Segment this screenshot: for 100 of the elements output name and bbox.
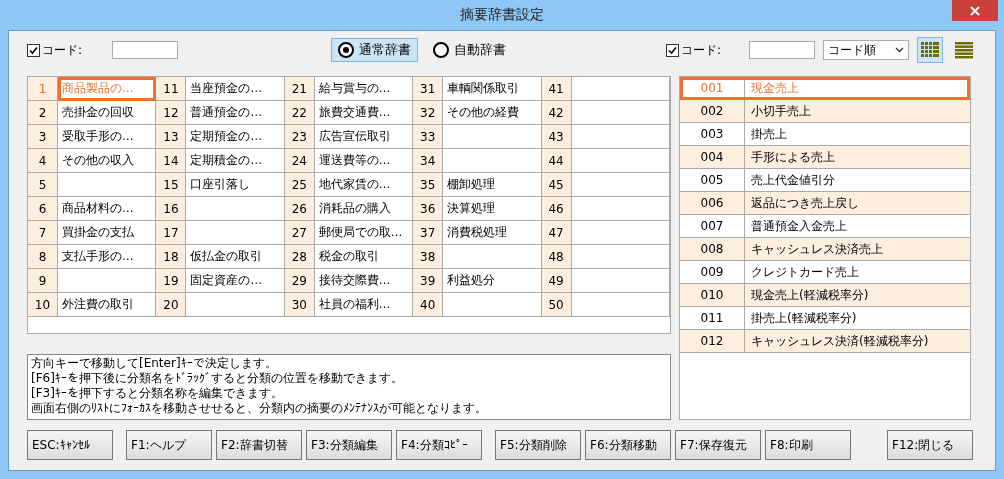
code-label: コード: [680, 41, 721, 59]
category-cell[interactable] [571, 101, 671, 125]
category-cell[interactable] [443, 245, 542, 269]
category-number: 30 [284, 293, 315, 317]
category-number: 24 [284, 149, 315, 173]
function-key-button[interactable]: F3:分類編集 [306, 430, 392, 460]
category-number: 18 [156, 245, 187, 269]
entry-row[interactable]: 012 キャッシュレス決済(軽減税率分) [680, 330, 970, 353]
category-cell[interactable]: その他の経費 [443, 101, 542, 125]
category-number: 44 [541, 149, 572, 173]
category-number: 38 [413, 245, 444, 269]
category-number: 49 [541, 269, 572, 293]
category-cell[interactable] [443, 149, 542, 173]
sort-dropdown[interactable]: コード順 [823, 40, 909, 60]
category-cell[interactable]: 消費税処理 [443, 221, 542, 245]
category-cell[interactable]: 口座引落し [186, 173, 285, 197]
help-text: 方向キーで移動して[Enter]ｷｰで決定します。 [F6]ｷｰを押下後に分類名をﾄﾞﾗｯｸﾞすると分類の位置を移動できます。 [F3]ｷｰを押下すると分類名称を編集できます。 画面右側のﾘｽﾄにﾌｫｰｶｽを移動させせると、分類内の摘要のﾒﾝﾃﾅﾝｽが可能となります。 [27, 354, 671, 420]
function-key-button[interactable]: F12:閉じる [887, 430, 973, 460]
category-number: 16 [156, 197, 187, 221]
function-key-button[interactable]: F7:保存復元 [675, 430, 761, 460]
category-number: 23 [284, 125, 315, 149]
category-number: 43 [541, 125, 572, 149]
category-number: 50 [541, 293, 572, 317]
category-number: 20 [156, 293, 187, 317]
category-number: 37 [413, 221, 444, 245]
category-number: 14 [156, 149, 187, 173]
category-cell[interactable] [443, 293, 542, 317]
category-cell[interactable] [186, 197, 285, 221]
category-cell[interactable]: 定期預金の… [186, 125, 285, 149]
category-cell[interactable]: 棚卸処理 [443, 173, 542, 197]
category-cell[interactable] [571, 221, 671, 245]
function-key-button[interactable]: F4:分類ｺﾋﾟｰ [396, 430, 482, 460]
code-checkbox[interactable] [27, 43, 40, 57]
category-number: 47 [541, 221, 572, 245]
category-cell[interactable]: 利益処分 [443, 269, 542, 293]
entry-row[interactable]: 006 返品につき売上戻し [680, 192, 970, 215]
entry-row[interactable]: 002 小切手売上 [680, 100, 970, 123]
close-icon [970, 5, 980, 16]
close-button[interactable] [952, 0, 998, 21]
function-key-button[interactable]: F6:分類移動 [585, 430, 671, 460]
entry-row[interactable]: 004 手形による売上 [680, 146, 970, 169]
category-number: 4 [28, 149, 58, 173]
category-cell[interactable] [186, 221, 285, 245]
category-number: 45 [541, 173, 572, 197]
category-number: 26 [284, 197, 315, 221]
category-number: 28 [284, 245, 315, 269]
dictionary-radio[interactable]: 自動辞書 [426, 38, 513, 62]
category-number: 48 [541, 245, 572, 269]
category-cell[interactable] [571, 173, 671, 197]
category-number: 39 [413, 269, 444, 293]
category-number: 15 [156, 173, 187, 197]
code-checkbox[interactable] [665, 43, 679, 57]
category-cell[interactable] [571, 149, 671, 173]
category-cell[interactable]: 決算処理 [443, 197, 542, 221]
category-number: 22 [284, 101, 315, 125]
entry-row[interactable]: 008 キャッシュレス決済売上 [680, 238, 970, 261]
category-number: 29 [284, 269, 315, 293]
category-cell[interactable] [571, 269, 671, 293]
category-number: 35 [413, 173, 444, 197]
category-number: 9 [28, 269, 58, 293]
entry-row[interactable]: 010 現金売上(軽減税率分) [680, 284, 970, 307]
category-number: 40 [413, 293, 444, 317]
category-cell[interactable] [571, 77, 671, 101]
category-number: 46 [541, 197, 572, 221]
category-number: 11 [156, 77, 187, 101]
category-number: 13 [156, 125, 187, 149]
category-number: 27 [284, 221, 315, 245]
category-cell[interactable]: 仮払金の取引 [186, 245, 285, 269]
grid-view-button[interactable] [917, 37, 943, 63]
category-cell[interactable]: 当座預金の… [186, 77, 285, 101]
category-cell[interactable] [571, 245, 671, 269]
category-number: 25 [284, 173, 315, 197]
code-input-field[interactable] [112, 41, 179, 59]
category-number: 33 [413, 125, 444, 149]
category-number: 36 [413, 197, 444, 221]
category-cell[interactable] [571, 197, 671, 221]
category-cell[interactable] [571, 293, 671, 317]
category-number: 5 [28, 173, 58, 197]
window-title: 摘要辞書設定 [460, 6, 544, 24]
category-number: 41 [541, 77, 572, 101]
code-input-field[interactable] [749, 41, 815, 59]
category-number: 7 [28, 221, 58, 245]
function-key-button[interactable]: F1:ヘルプ [126, 430, 212, 460]
category-number: 19 [156, 269, 187, 293]
category-number: 32 [413, 101, 444, 125]
category-number: 17 [156, 221, 187, 245]
category-cell[interactable] [443, 125, 542, 149]
category-cell[interactable]: 定期積金の… [186, 149, 285, 173]
category-number: 3 [28, 125, 58, 149]
category-number: 6 [28, 197, 58, 221]
function-key-button[interactable]: ESC:ｷｬﾝｾﾙ [27, 430, 113, 460]
function-key-button[interactable]: F2:辞書切替 [216, 430, 302, 460]
category-cell[interactable]: 普通預金の… [186, 101, 285, 125]
category-cell[interactable]: 固定資産の… [186, 269, 285, 293]
category-cell[interactable]: 車輌関係取引 [443, 77, 542, 101]
function-key-button[interactable]: F8:印刷 [765, 430, 851, 460]
dictionary-radio[interactable]: 通常辞書 [331, 38, 418, 62]
function-key-button[interactable]: F5:分類削除 [495, 430, 581, 460]
category-cell[interactable] [571, 125, 671, 149]
category-cell[interactable] [186, 293, 285, 317]
